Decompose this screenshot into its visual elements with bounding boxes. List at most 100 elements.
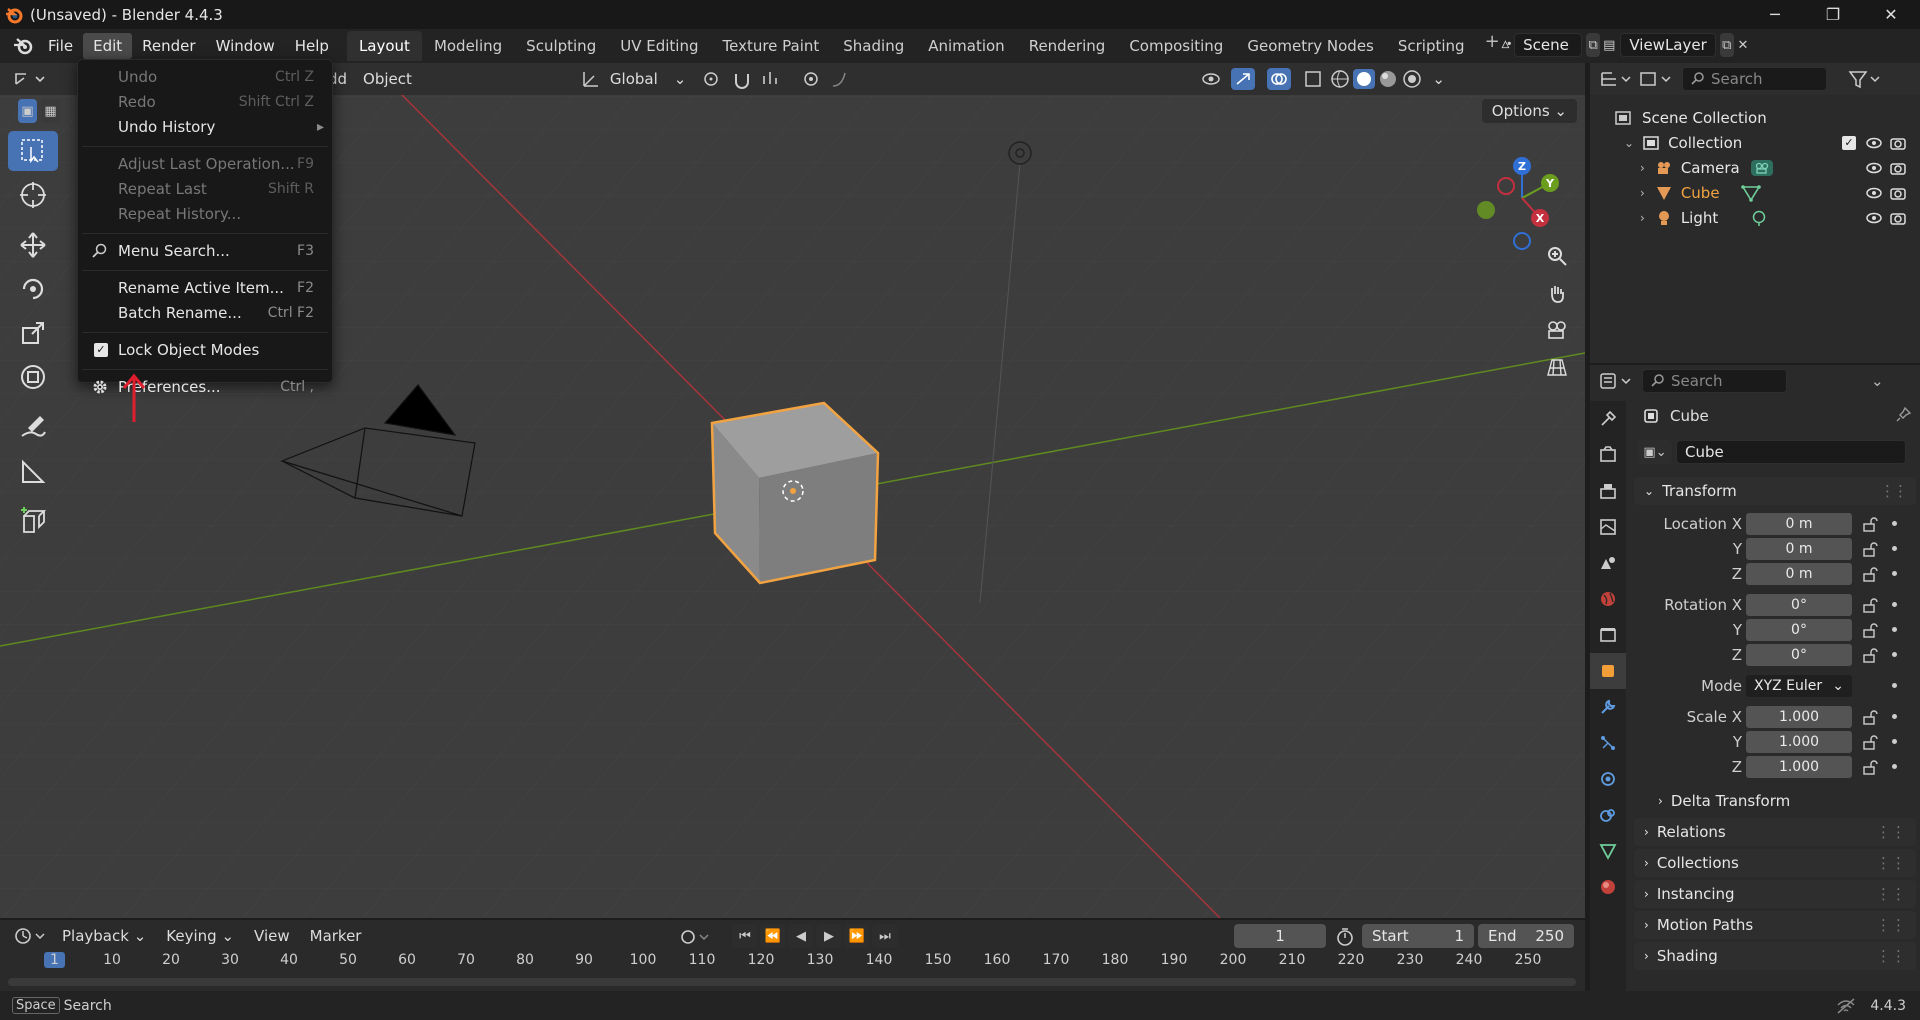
timeline-editor-type-icon[interactable] <box>12 925 52 947</box>
current-frame-field[interactable]: 1 <box>1234 924 1326 948</box>
unlock-icon[interactable] <box>1862 647 1878 663</box>
unlock-icon[interactable] <box>1862 597 1878 613</box>
cursor-tool[interactable] <box>8 175 58 215</box>
location-z-field[interactable]: 0 m <box>1746 562 1852 585</box>
object-browse-icon[interactable]: ▣⌄ <box>1638 440 1672 464</box>
snap-target-icon[interactable] <box>760 68 790 90</box>
proportional-edit-icon[interactable] <box>800 68 830 90</box>
eye-icon[interactable] <box>1866 210 1882 226</box>
object-name-field[interactable]: Cube <box>1676 440 1906 464</box>
tab-shading[interactable]: Shading <box>831 31 916 61</box>
transform-orientation-dropdown[interactable]: Global <box>602 70 666 88</box>
output-tab-icon[interactable] <box>1590 473 1626 509</box>
view-menu[interactable]: View <box>244 927 300 945</box>
scene-name-field[interactable]: Scene <box>1514 33 1583 57</box>
constraints-tab-icon[interactable] <box>1590 797 1626 833</box>
outliner-editor-type-icon[interactable] <box>1598 68 1634 90</box>
outliner-row-cube[interactable]: › Cube <box>1590 180 1920 205</box>
menu-item-repeat-history[interactable]: Repeat History... <box>78 201 332 226</box>
solid-shading-icon[interactable] <box>1352 68 1376 90</box>
chevron-down-icon[interactable]: ⌄ <box>666 70 695 88</box>
jump-next-keyframe-icon[interactable]: ⏩ <box>844 924 870 948</box>
keyframe-dot-icon[interactable] <box>1892 627 1897 632</box>
location-x-field[interactable]: 0 m <box>1746 512 1852 535</box>
rendered-shading-icon[interactable] <box>1400 68 1424 90</box>
outliner-row-light[interactable]: › Light <box>1590 205 1920 230</box>
physics-tab-icon[interactable] <box>1590 761 1626 797</box>
particles-tab-icon[interactable] <box>1590 725 1626 761</box>
blender-menu-icon[interactable] <box>8 31 38 61</box>
menu-item-preferences[interactable]: Preferences... Ctrl , <box>78 374 332 399</box>
pivot-point-icon[interactable] <box>700 68 730 90</box>
unlock-icon[interactable] <box>1862 516 1878 532</box>
perspective-grid-icon[interactable] <box>1540 350 1574 384</box>
expand-chevron-icon[interactable]: › <box>1640 211 1645 225</box>
material-tab-icon[interactable] <box>1590 869 1626 905</box>
keyframe-dot-icon[interactable] <box>1892 602 1897 607</box>
tab-rendering[interactable]: Rendering <box>1017 31 1118 61</box>
marker-menu[interactable]: Marker <box>300 927 372 945</box>
mesh-data-icon[interactable] <box>1740 184 1762 202</box>
playback-menu[interactable]: Playback ⌄ <box>52 927 156 945</box>
tab-geometry-nodes[interactable]: Geometry Nodes <box>1235 31 1386 61</box>
move-tool[interactable] <box>8 225 58 265</box>
camera-view-icon[interactable] <box>1540 313 1574 347</box>
motion-paths-panel-header[interactable]: › Motion Paths ⋮⋮ <box>1634 911 1916 939</box>
menu-item-batch-rename[interactable]: Batch Rename... Ctrl F2 <box>78 300 332 325</box>
drag-handle-icon[interactable]: ⋮⋮ <box>1876 885 1906 903</box>
select-new-icon[interactable]: ▣ <box>18 99 37 123</box>
eye-icon[interactable] <box>1866 185 1882 201</box>
modifier-tab-icon[interactable] <box>1590 689 1626 725</box>
render-camera-icon[interactable] <box>1890 210 1906 226</box>
falloff-icon[interactable] <box>830 68 860 90</box>
gizmo-toggle-icon[interactable] <box>1230 67 1260 91</box>
jump-end-icon[interactable]: ⏭ <box>872 924 898 948</box>
wireframe-shading-icon[interactable] <box>1328 68 1352 90</box>
rotate-tool[interactable] <box>8 269 58 309</box>
collection-exclude-checkbox[interactable]: ✓ <box>1842 136 1856 150</box>
outliner-search-input[interactable]: Search <box>1682 67 1827 91</box>
eye-icon[interactable] <box>1866 135 1882 151</box>
rotation-y-field[interactable]: 0° <box>1746 618 1852 641</box>
unlock-icon[interactable] <box>1862 759 1878 775</box>
unlock-icon[interactable] <box>1862 622 1878 638</box>
collections-panel-header[interactable]: › Collections ⋮⋮ <box>1634 849 1916 877</box>
options-dropdown[interactable]: Options ⌄ <box>1481 99 1577 123</box>
visibility-icon[interactable] <box>1200 68 1230 90</box>
overlay-toggle-icon[interactable] <box>1266 67 1296 91</box>
menu-item-rename-active[interactable]: Rename Active Item... F2 <box>78 275 332 300</box>
display-mode-icon[interactable] <box>1638 68 1674 90</box>
world-tab-icon[interactable] <box>1590 581 1626 617</box>
minimize-button[interactable]: ─ <box>1746 0 1804 29</box>
editor-type-icon[interactable] <box>10 68 50 90</box>
outliner-row-scene-collection[interactable]: Scene Collection <box>1590 105 1920 130</box>
snap-icon[interactable] <box>730 68 760 90</box>
drag-handle-icon[interactable]: ⋮⋮ <box>1876 854 1906 872</box>
keyframe-dot-icon[interactable] <box>1892 683 1897 688</box>
measure-tool[interactable] <box>8 451 58 491</box>
menu-item-menu-search[interactable]: Menu Search... F3 <box>78 238 332 263</box>
menu-item-lock-object-modes[interactable]: ✓ Lock Object Modes <box>78 337 332 362</box>
maximize-button[interactable]: ❐ <box>1804 0 1862 29</box>
render-camera-icon[interactable] <box>1890 135 1906 151</box>
zoom-icon[interactable] <box>1540 239 1574 273</box>
pin-icon[interactable] <box>1896 406 1912 426</box>
tab-animation[interactable]: Animation <box>916 31 1016 61</box>
collapse-chevron-icon[interactable]: ⌄ <box>1624 136 1634 150</box>
drag-handle-icon[interactable]: ⋮⋮ <box>1876 947 1906 965</box>
add-cube-tool[interactable] <box>8 501 58 541</box>
scale-y-field[interactable]: 1.000 <box>1746 730 1852 753</box>
tab-modeling[interactable]: Modeling <box>422 31 514 61</box>
rotation-x-field[interactable]: 0° <box>1746 593 1852 616</box>
checkbox-checked-icon[interactable]: ✓ <box>94 343 108 357</box>
menu-edit[interactable]: Edit <box>83 33 133 59</box>
current-frame-indicator[interactable]: 1 <box>44 952 65 968</box>
shading-panel-header[interactable]: › Shading ⋮⋮ <box>1634 942 1916 970</box>
render-tab-icon[interactable] <box>1590 437 1626 473</box>
menu-file[interactable]: File <box>38 33 83 59</box>
view-layer-field[interactable]: ViewLayer <box>1620 33 1716 57</box>
unlock-icon[interactable] <box>1862 541 1878 557</box>
camera-data-icon[interactable] <box>1750 159 1774 177</box>
jump-prev-keyframe-icon[interactable]: ⏪ <box>760 924 786 948</box>
auto-keying-icon[interactable] <box>678 926 714 948</box>
